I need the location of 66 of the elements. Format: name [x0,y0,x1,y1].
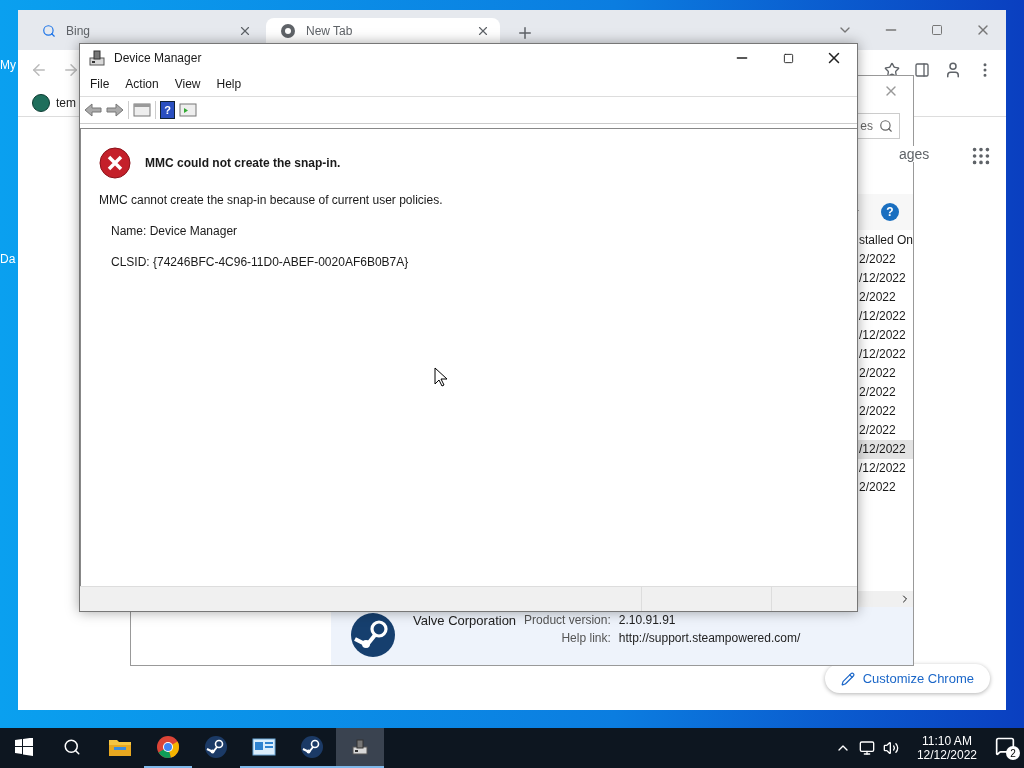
field-label: Product version: [524,613,611,628]
column-header[interactable]: stalled On [859,230,913,250]
browser-tab[interactable]: New Tab [266,18,500,43]
steam-icon [204,735,228,759]
search-icon [879,119,893,133]
windows-start-icon[interactable] [15,738,33,756]
taskbar-app[interactable] [336,728,384,768]
menu-item[interactable]: File [90,77,110,91]
program-row[interactable]: 2/2022 [857,383,913,402]
program-row[interactable]: /12/2022 [857,345,913,364]
help-icon[interactable]: ? [881,203,899,221]
error-detail: Name: Device Manager [111,224,239,238]
volume-icon[interactable] [882,740,899,756]
error-icon [99,147,131,179]
maximize-icon[interactable] [782,52,794,64]
browser-tab[interactable]: Bing [28,18,262,43]
pencil-icon [840,671,855,686]
help-link[interactable]: http://support.steampowered.com/ [618,631,801,645]
star-icon[interactable] [884,62,900,78]
program-row[interactable]: 2/2022 [857,250,913,269]
program-row[interactable]: 2/2022 [857,421,913,440]
profile-icon[interactable] [944,61,962,79]
menu-item[interactable]: View [174,77,201,91]
action-pane-icon[interactable] [179,103,197,117]
window-title: Device Manager [114,51,202,65]
control-panel-icon [252,737,276,757]
program-row[interactable]: 2/2022 [857,288,913,307]
network-icon[interactable] [858,740,875,756]
cursor-icon [434,367,448,387]
search-icon [42,23,56,38]
folder-icon [108,737,132,757]
program-row[interactable]: /12/2022 [857,326,913,345]
device-manager-icon [88,49,106,67]
bookmark-link[interactable]: tem [56,96,76,110]
forward-button[interactable] [62,61,80,79]
steam-icon [300,735,324,759]
apps-grid-icon[interactable] [970,145,992,167]
help-button[interactable]: ? [160,101,175,119]
field-value: 2.10.91.91 [618,613,677,628]
program-row[interactable]: 2/2022 [857,478,913,497]
menu-item[interactable]: Help [216,77,242,91]
images-link[interactable]: ages [897,146,932,162]
customize-chrome-button[interactable]: Customize Chrome [824,664,990,693]
program-row[interactable]: /12/2022 [857,269,913,288]
new-tab-button[interactable] [516,24,534,42]
publisher-name: Valve Corporation [413,613,517,628]
clock[interactable]: 11:10 AM 12/12/2022 [906,734,987,762]
program-row[interactable]: 2/2022 [857,402,913,421]
search-icon[interactable] [63,738,81,756]
error-detail: CLSID: {74246BFC-4C96-11D0-ABEF-0020AF6B0B7A} [111,255,410,269]
error-title: MMC could not create the snap-in. [145,156,341,170]
chrome-icon [156,735,180,759]
chrome-icon [280,22,296,39]
program-row[interactable]: /12/2022 [857,307,913,326]
program-row[interactable]: /12/2022 [857,459,913,478]
device-manager-icon [351,738,369,756]
menu-item[interactable]: Action [125,77,159,91]
back-arrow-icon[interactable] [84,103,102,117]
error-message: MMC cannot create the snap-in because of current user policies. [99,193,444,207]
forward-arrow-icon[interactable] [106,103,124,117]
field-label: Help link: [560,631,611,645]
maximize-icon[interactable] [931,24,943,36]
program-row[interactable]: /12/2022 [857,440,913,459]
program-row[interactable]: 2/2022 [857,364,913,383]
side-panel-icon[interactable] [914,62,930,78]
bookmark-favicon [32,94,50,112]
